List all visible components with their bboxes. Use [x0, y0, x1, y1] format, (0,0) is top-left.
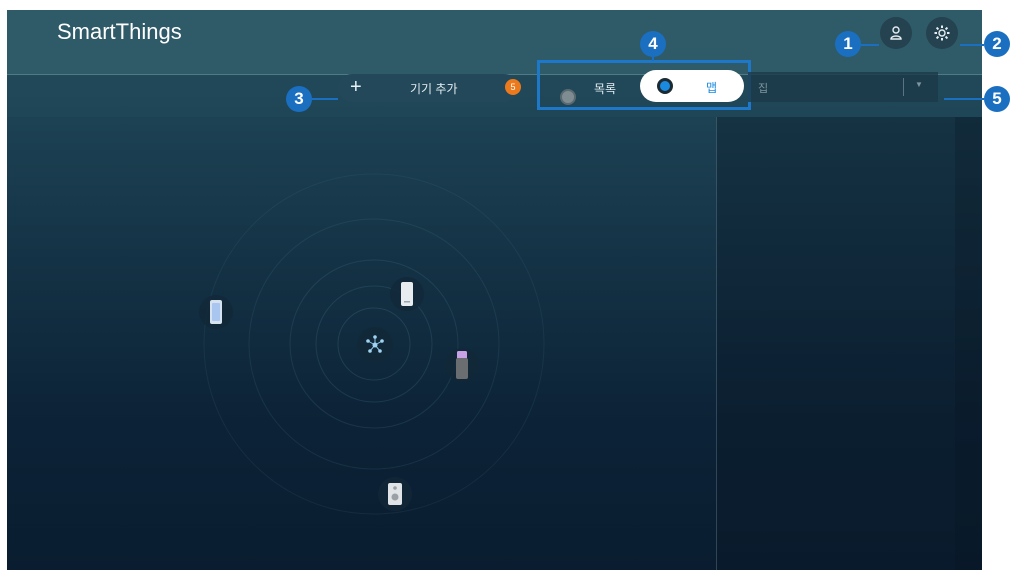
speaker-device[interactable] [390, 277, 424, 311]
location-divider [903, 78, 904, 96]
plug-device[interactable] [445, 348, 479, 382]
callout-1-line [861, 44, 879, 46]
account-button[interactable] [880, 17, 912, 49]
gear-icon [934, 25, 950, 41]
callout-5: 5 [984, 86, 1010, 112]
callout-3: 3 [286, 86, 312, 112]
location-label: 집 [758, 83, 769, 95]
callout-5-line [944, 98, 984, 100]
hub-icon [366, 335, 384, 353]
app-title: SmartThings [57, 19, 182, 44]
plug-icon [456, 351, 468, 379]
location-select[interactable] [748, 72, 938, 102]
callout-4-line [652, 57, 654, 61]
view-toggle-highlight [537, 60, 751, 110]
callout-4: 4 [640, 31, 666, 57]
callout-3-line [312, 98, 338, 100]
add-device-label: 기기 추가 [410, 82, 458, 96]
audio-device[interactable] [378, 477, 412, 511]
plus-icon: + [350, 76, 362, 98]
notification-badge: 5 [505, 79, 521, 95]
chevron-down-icon: ▼ [915, 80, 923, 89]
phone-icon [210, 300, 222, 324]
account-icon [890, 26, 902, 40]
hub-device[interactable] [357, 327, 393, 363]
speaker-icon [401, 282, 413, 306]
callout-2: 2 [984, 31, 1010, 57]
phone-device[interactable] [199, 295, 233, 329]
settings-button[interactable] [926, 17, 958, 49]
callout-2-line [960, 44, 984, 46]
callout-1: 1 [835, 31, 861, 57]
speaker-box-icon [388, 483, 402, 505]
